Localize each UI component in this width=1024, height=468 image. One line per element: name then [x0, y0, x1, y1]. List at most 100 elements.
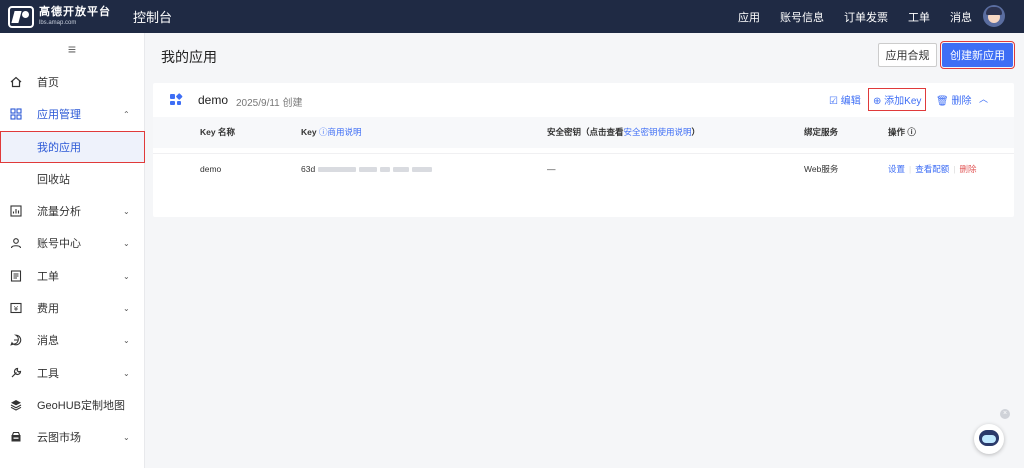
row-key: 63d: [301, 154, 433, 185]
row-service: Web服务: [804, 164, 839, 174]
nav-invoices[interactable]: 订单发票: [844, 9, 888, 25]
main-content: 我的应用 应用合规 创建新应用 demo 2025/9/11 创建 ☑ 编辑 ⊕…: [145, 33, 1024, 468]
nav-account[interactable]: 账号信息: [780, 9, 824, 25]
sidebar-item-account[interactable]: 账号中心 ⌄: [0, 227, 145, 259]
sidebar-item-billing[interactable]: ¥ 费用 ⌄: [0, 292, 145, 324]
sidebar-item-label: 工具: [37, 368, 59, 380]
delete-app-button[interactable]: 🗑 删除: [936, 92, 971, 107]
edit-icon: ☑: [829, 96, 838, 107]
sidebar-item-label: 费用: [37, 303, 59, 315]
col-secret-suffix: ）: [691, 127, 701, 137]
nav-apps[interactable]: 应用: [738, 9, 760, 25]
assistant-bot-icon[interactable]: [974, 424, 1004, 454]
sidebar-item-tools[interactable]: 工具 ⌄: [0, 357, 145, 389]
sidebar-item-label: 流量分析: [37, 206, 81, 218]
redacted-key: [393, 167, 410, 173]
keys-table-header: Key 名称 Key ⓘ商用说明 安全密钥（点击查看安全密钥使用说明） 绑定服务…: [153, 117, 1014, 148]
message-icon: [10, 334, 22, 346]
nav-messages[interactable]: 消息: [950, 9, 972, 25]
view-quota-link[interactable]: 查看配额: [915, 164, 949, 174]
sidebar-item-label: GeoHUB定制地图: [37, 400, 126, 412]
chevron-down-icon: ⌄: [123, 271, 130, 281]
sidebar-item-my-apps[interactable]: 我的应用: [0, 131, 145, 163]
col-secret-label: 安全密钥（点击查看: [547, 127, 624, 137]
chevron-up-icon: ⌃: [123, 109, 130, 119]
app-grid-icon: [170, 93, 182, 105]
row-secret: —: [547, 164, 556, 174]
nav-tickets[interactable]: 工单: [908, 9, 930, 25]
add-key-label: 添加Key: [884, 96, 922, 107]
logo-name: 高德开放平台: [39, 6, 111, 18]
key-help-link[interactable]: 商用说明: [327, 127, 361, 137]
console-title[interactable]: 控制台: [133, 7, 172, 26]
sidebar-item-tickets[interactable]: 工单 ⌄: [0, 260, 145, 292]
sidebar-item-label: 消息: [37, 335, 59, 347]
settings-link[interactable]: 设置: [888, 164, 905, 174]
close-icon[interactable]: ×: [1000, 409, 1010, 419]
chevron-down-icon: ⌄: [123, 368, 130, 378]
sidebar-item-label: 云图市场: [37, 432, 81, 444]
sidebar-item-recycle-bin[interactable]: 回收站: [0, 163, 145, 195]
create-app-button[interactable]: 创建新应用: [940, 41, 1015, 69]
sidebar-item-label: 应用管理: [37, 109, 81, 121]
delete-label: 删除: [951, 96, 972, 107]
user-avatar[interactable]: [983, 5, 1005, 27]
chevron-down-icon: ⌄: [123, 206, 130, 216]
sidebar-item-cloud-market[interactable]: 云图市场 ⌄: [0, 421, 145, 453]
sidebar-item-geohub[interactable]: GeoHUB定制地图: [0, 389, 145, 421]
home-icon: [10, 76, 22, 88]
sidebar-item-app-management[interactable]: 应用管理 ⌃: [0, 98, 145, 130]
chevron-down-icon: ⌄: [123, 432, 130, 442]
app-name: demo: [198, 93, 229, 107]
chevron-down-icon: ⌄: [123, 238, 130, 248]
sidebar-item-messages[interactable]: 消息 ⌄: [0, 324, 145, 356]
collapse-icon[interactable]: ︿: [979, 92, 988, 105]
ticket-icon: [10, 270, 22, 282]
app-compliance-button[interactable]: 应用合规: [878, 43, 937, 67]
secret-help-link[interactable]: 安全密钥使用说明: [624, 127, 692, 137]
sidebar-item-label: 首页: [37, 77, 59, 89]
logo-icon: [8, 5, 34, 28]
col-secret: 安全密钥（点击查看安全密钥使用说明）: [547, 117, 700, 148]
info-icon: ⓘ: [907, 127, 916, 137]
sidebar: ≡ 首页 应用管理 ⌃ 我的应用 回收站 流量分析 ⌄ 账号中心 ⌄ 工单 ⌄ …: [0, 33, 145, 468]
edit-app-button[interactable]: ☑ 编辑: [829, 92, 861, 107]
sidebar-item-traffic[interactable]: 流量分析 ⌄: [0, 195, 145, 227]
sidebar-item-label: 我的应用: [37, 142, 81, 154]
app-card: demo 2025/9/11 创建 ☑ 编辑 ⊕ 添加Key 🗑 删除 ︿ Ke…: [153, 83, 1014, 217]
add-key-button[interactable]: ⊕ 添加Key: [867, 88, 927, 111]
sidebar-item-label: 工单: [37, 271, 59, 283]
chart-icon: [10, 205, 22, 217]
top-nav: 应用 账号信息 订单发票 工单 消息: [718, 0, 972, 33]
app-created-date: 2025/9/11 创建: [236, 98, 303, 109]
logo[interactable]: 高德开放平台 lbs.amap.com: [8, 0, 111, 33]
row-key-value: 63d: [301, 164, 316, 174]
col-key-label: Key: [301, 127, 317, 137]
market-icon: [10, 431, 22, 443]
redacted-key: [412, 167, 433, 173]
svg-text:¥: ¥: [14, 305, 19, 313]
redacted-key: [318, 167, 357, 173]
layers-icon: [10, 399, 22, 411]
chevron-down-icon: ⌄: [123, 303, 130, 313]
table-row: demo 63d — Web服务 设置 | 查看配额 | 删除: [153, 153, 1014, 185]
sidebar-item-home[interactable]: 首页: [0, 66, 145, 98]
redacted-key: [380, 167, 391, 173]
edit-label: 编辑: [840, 96, 861, 107]
col-key: Key ⓘ商用说明: [301, 117, 362, 148]
tool-icon: [10, 367, 22, 379]
apps-icon: [10, 108, 22, 120]
sidebar-item-label: 账号中心: [37, 238, 81, 250]
menu-icon[interactable]: ≡: [0, 33, 144, 65]
col-key-name: Key 名称: [200, 127, 235, 137]
app-card-header: demo 2025/9/11 创建 ☑ 编辑 ⊕ 添加Key 🗑 删除 ︿: [153, 83, 1014, 117]
col-ops: 操作 ⓘ: [888, 117, 916, 148]
logo-domain: lbs.amap.com: [39, 20, 77, 26]
delete-key-link[interactable]: 删除: [959, 164, 976, 174]
row-ops: 设置 | 查看配额 | 删除: [888, 164, 977, 174]
billing-icon: ¥: [10, 302, 22, 314]
user-icon: [10, 237, 22, 249]
top-bar: 高德开放平台 lbs.amap.com 控制台 应用 账号信息 订单发票 工单 …: [0, 0, 1024, 33]
col-ops-label: 操作: [888, 127, 906, 137]
plus-circle-icon: ⊕: [873, 96, 882, 107]
